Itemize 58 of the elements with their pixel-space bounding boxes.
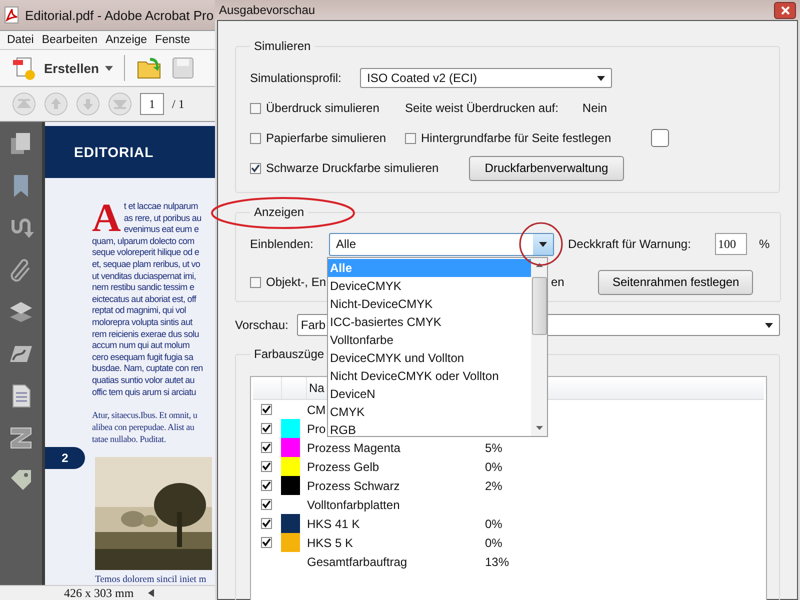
page-size: 426 x 303 mm [64, 586, 134, 600]
text-line: quam, ulparum dolecto com [92, 236, 194, 248]
text-line: et, sequae plam reribus, ut vo [92, 258, 200, 271]
text-line: tatae nullabo. Puditat. [92, 433, 166, 446]
text-line: reptat od magnimi, qui vol [92, 305, 186, 317]
checkbox-label: Objekt-, En [266, 275, 326, 289]
text-line: alibea con perepudae. Alist au [92, 421, 194, 434]
table-cell: 0% [485, 460, 502, 474]
table-cell: Prozess Magenta [307, 440, 400, 454]
field-label: Deckkraft für Warnung: [568, 237, 691, 251]
table-cell: Pro [307, 422, 326, 436]
text-line: accum num qui aut molum [92, 340, 190, 352]
field-label: Einblenden: [250, 237, 314, 251]
table-cell: 13% [485, 554, 510, 568]
field-label: Simulationsprofil: [250, 71, 342, 85]
group-title: Farbauszüge [253, 347, 326, 361]
drop-cap: A [92, 201, 121, 235]
window-title: Editorial.pdf - Adobe Acrobat Pro [25, 8, 214, 22]
table-cell: 0% [485, 536, 502, 550]
table-cell: 5% [485, 440, 502, 454]
info-label: Seite weist Überdrucken auf: [405, 101, 558, 115]
text-line: molorepra volupta sintis aut [92, 316, 192, 329]
text-line: busdae. Nam, cuptate con ren [92, 363, 203, 375]
table-cell: CM [307, 402, 326, 416]
table-cell: HKS 41 K [307, 516, 360, 530]
checkbox-label: Hintergrundfarbe für Seite festlegen [421, 131, 612, 145]
checkbox-label: Überdruck simulieren [266, 101, 380, 115]
checkbox-label: en [551, 275, 564, 289]
table-cell: 0% [485, 516, 502, 530]
text-line: rem reicienis exerae dus solu [92, 328, 199, 340]
table-cell: Prozess Schwarz [307, 478, 400, 492]
dialog-title: Ausgabevorschau [219, 3, 316, 17]
unit-label: % [758, 237, 770, 251]
text-line: evenimus eat eum e [124, 224, 199, 236]
table-cell: Gesamtfarbauftrag [307, 554, 408, 568]
text-line: seque voloreperit hilique od e [92, 247, 200, 259]
text-line: eictecatus aut aboriat est, off [92, 294, 196, 306]
page-count: / 1 [172, 96, 184, 112]
checkbox-label: Papierfarbe simulieren [266, 131, 386, 145]
text-line: as rere, ut poribus au [124, 212, 202, 224]
table-cell: Volltonfarbplatten [307, 498, 400, 512]
group-title: Simulieren [253, 39, 312, 53]
text-line: Atur, sitaecus.Ibus. Et omnit, u [92, 409, 198, 422]
text-line: ut venditas duciaspernat imi, [92, 270, 196, 282]
field-label: Vorschau: [235, 318, 290, 332]
table-cell: 2% [485, 478, 502, 492]
group-title: Anzeigen [253, 205, 306, 219]
text-line: t et laccae nulparum [124, 201, 198, 213]
checkbox-label: Schwarze Druckfarbe simulieren [266, 161, 439, 175]
text-line: offic tem quis arum si arciatu [92, 386, 196, 398]
table-cell: HKS 5 K [307, 536, 354, 550]
text-line: cero esequam fugit fugia sa [92, 352, 194, 364]
text-line: nem restibu sandic tessim e [92, 282, 194, 294]
info-value: Nein [582, 101, 608, 115]
text-line: quatias suntio volor autet au [92, 374, 194, 386]
page-heading: EDITORIAL [74, 144, 154, 160]
table-cell: Prozess Gelb [307, 460, 380, 474]
text-line: Temos dolorem sincil iniet m [95, 575, 206, 585]
